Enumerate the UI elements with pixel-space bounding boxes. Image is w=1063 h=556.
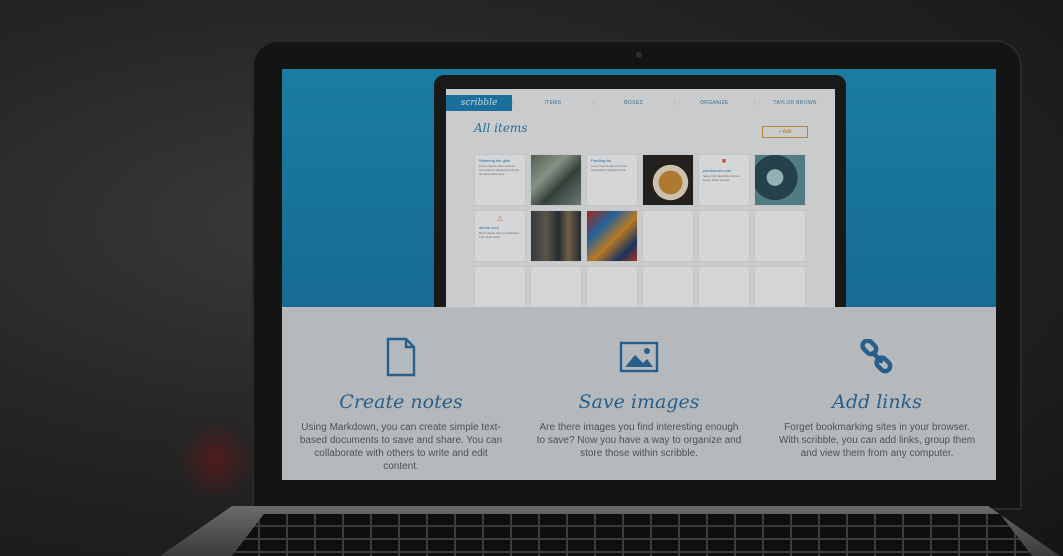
document-icon bbox=[386, 337, 416, 377]
inner-nav-user[interactable]: TAYLOR BROWN bbox=[754, 100, 835, 106]
inner-app-screen: scribble ITEMS BOXES ORGANIZE TAYLOR BRO… bbox=[446, 89, 835, 307]
link-icon bbox=[860, 339, 893, 374]
inner-add-button[interactable]: + Add bbox=[762, 126, 808, 138]
feature-description: Using Markdown, you can create simple te… bbox=[299, 422, 503, 472]
empty-card bbox=[699, 267, 749, 307]
image-card[interactable] bbox=[755, 155, 805, 205]
note-card[interactable]: Watering the gifts Lorem ipsum dolor sit … bbox=[475, 155, 525, 205]
inner-page-title: All items bbox=[474, 121, 528, 135]
feature-description: Forget bookmarking sites in your browser… bbox=[778, 422, 976, 459]
card-title: Watering the gifts bbox=[479, 158, 510, 163]
note-card[interactable]: Packing list Lorem ipsum dolor sit amet c… bbox=[587, 155, 637, 205]
card-title: youdomain.com bbox=[703, 168, 732, 173]
inner-nav-organize[interactable]: ORGANIZE bbox=[673, 100, 755, 106]
feature-title: Create notes bbox=[339, 391, 463, 413]
image-card[interactable] bbox=[643, 155, 693, 205]
inner-nav-bar: scribble ITEMS BOXES ORGANIZE TAYLOR BRO… bbox=[446, 95, 835, 111]
empty-card bbox=[755, 211, 805, 261]
feature-title: Save images bbox=[578, 391, 700, 413]
card-title: airbnb.com bbox=[479, 225, 499, 230]
empty-card bbox=[587, 267, 637, 307]
card-title: Packing list bbox=[591, 158, 612, 163]
inner-nav-items[interactable]: ITEMS bbox=[512, 100, 593, 106]
inner-logo[interactable]: scribble bbox=[446, 95, 512, 111]
feature-links: Add links Forget bookmarking sites in yo… bbox=[758, 307, 996, 480]
card-body: Some link description lorem ipsum dolor … bbox=[703, 174, 740, 183]
keyboard-rows bbox=[232, 514, 1032, 556]
link-site-icon: △ bbox=[497, 215, 503, 222]
empty-card bbox=[699, 211, 749, 261]
empty-card bbox=[475, 267, 525, 307]
link-card[interactable]: △ airbnb.com Rent unique accommodations fr… bbox=[475, 211, 525, 261]
inner-monitor: scribble ITEMS BOXES ORGANIZE TAYLOR BRO… bbox=[434, 75, 846, 307]
inner-nav-boxes[interactable]: BOXES bbox=[592, 100, 674, 106]
image-card[interactable] bbox=[531, 211, 581, 261]
laptop-screen: scribble ITEMS BOXES ORGANIZE TAYLOR BRO… bbox=[282, 69, 996, 480]
card-body: Rent unique accommodations from local ho… bbox=[479, 231, 519, 240]
empty-card bbox=[643, 267, 693, 307]
card-body: Lorem ipsum dolor sit amet consectetur a… bbox=[591, 164, 628, 173]
feature-images: Save images Are there images you find in… bbox=[520, 307, 758, 480]
empty-card bbox=[643, 211, 693, 261]
background-glow bbox=[176, 420, 256, 500]
card-body: Lorem ipsum dolor sit amet consectetur a… bbox=[479, 164, 520, 177]
image-card[interactable] bbox=[531, 155, 581, 205]
feature-title: Add links bbox=[832, 391, 922, 413]
link-site-icon: ■ bbox=[721, 158, 727, 165]
hero-banner: scribble ITEMS BOXES ORGANIZE TAYLOR BRO… bbox=[282, 69, 996, 307]
item-grid: Watering the gifts Lorem ipsum dolor sit … bbox=[475, 155, 807, 307]
image-icon bbox=[619, 341, 659, 373]
feature-notes: Create notes Using Markdown, you can cre… bbox=[282, 307, 520, 480]
image-card[interactable] bbox=[587, 211, 637, 261]
feature-description: Are there images you find interesting en… bbox=[536, 422, 742, 459]
empty-card bbox=[531, 267, 581, 307]
features-section: Create notes Using Markdown, you can cre… bbox=[282, 307, 996, 480]
link-card[interactable]: ■ youdomain.com Some link description lore… bbox=[699, 155, 749, 205]
camera-dot bbox=[636, 52, 642, 58]
empty-card bbox=[755, 267, 805, 307]
